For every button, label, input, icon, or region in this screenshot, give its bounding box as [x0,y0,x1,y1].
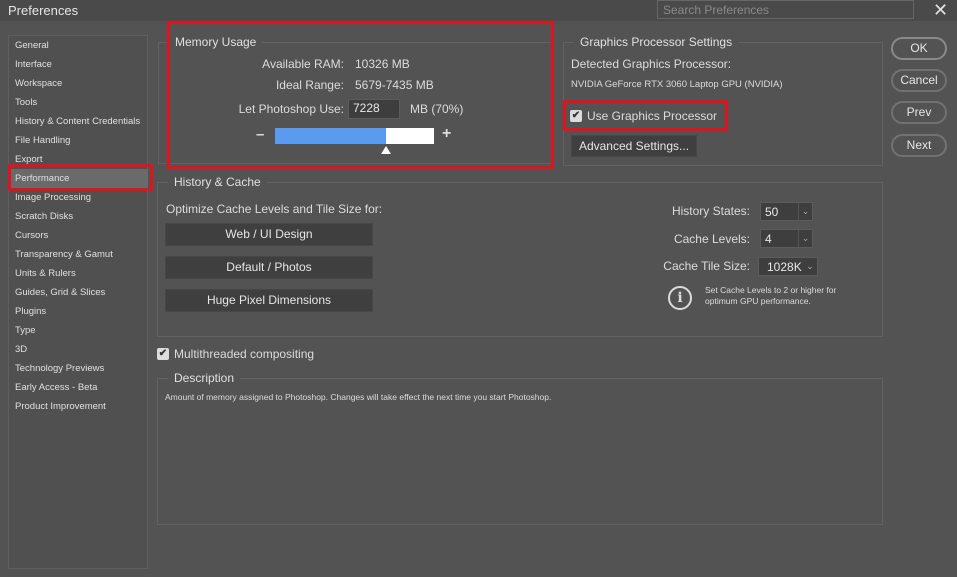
info-line-1: Set Cache Levels to 2 or higher for [705,285,837,295]
sidebar-item-plugins[interactable]: Plugins [10,302,148,321]
search-preferences-input[interactable]: Search Preferences [657,0,914,19]
cache-tile-size-value: 1028K [767,260,802,274]
detected-gpu-value: NVIDIA GeForce RTX 3060 Laptop GPU (NVID… [571,79,783,90]
history-states-label: History States: [671,204,750,218]
info-text: Set Cache Levels to 2 or higher for optim… [705,285,836,307]
chevron-down-icon: ⌄ [806,261,814,271]
sidebar-item-file-handling[interactable]: File Handling [10,131,148,150]
detected-gpu-label: Detected Graphics Processor: [571,57,732,71]
prev-button[interactable]: Prev [891,101,947,124]
description-title: Description [168,371,241,385]
default-photos-button[interactable]: Default / Photos [165,256,373,279]
cancel-button[interactable]: Cancel [891,69,947,92]
gpu-settings-title: Graphics Processor Settings [574,35,739,49]
history-cache-title: History & Cache [168,175,267,189]
chevron-down-icon: ⌄ [798,230,812,247]
sidebar-item-guides-grid-slices[interactable]: Guides, Grid & Slices [10,283,148,302]
sidebar-item-general[interactable]: General [10,36,148,55]
chevron-down-icon: ⌄ [798,203,812,220]
highlight-use-gpu [563,100,728,131]
huge-pixel-dimensions-button[interactable]: Huge Pixel Dimensions [165,289,373,312]
cache-tile-size-select[interactable]: 1028K ⌄ [758,257,818,276]
cache-levels-label: Cache Levels: [673,232,750,246]
window-title: Preferences [8,3,79,18]
description-text: Amount of memory assigned to Photoshop. … [165,392,552,402]
next-button[interactable]: Next [891,134,947,157]
sidebar: General Interface Workspace Tools History & … [8,35,148,569]
multithreaded-checkbox[interactable]: ✔ [157,348,169,360]
advanced-settings-button[interactable]: Advanced Settings... [571,135,697,157]
cache-levels-select[interactable]: 4 ⌄ [760,229,813,248]
sidebar-item-scratch-disks[interactable]: Scratch Disks [10,207,148,226]
web-ui-design-button[interactable]: Web / UI Design [165,223,373,246]
sidebar-item-units-rulers[interactable]: Units & Rulers [10,264,148,283]
sidebar-item-interface[interactable]: Interface [10,55,148,74]
sidebar-item-tools[interactable]: Tools [10,93,148,112]
sidebar-item-technology-previews[interactable]: Technology Previews [10,359,148,378]
sidebar-item-cursors[interactable]: Cursors [10,226,148,245]
sidebar-item-workspace[interactable]: Workspace [10,74,148,93]
history-states-value: 50 [765,205,779,219]
cache-levels-value: 4 [765,232,772,246]
multithreaded-label[interactable]: Multithreaded compositing [174,347,314,361]
sidebar-item-product-improvement[interactable]: Product Improvement [10,397,148,416]
highlight-performance [8,164,153,191]
highlight-memory-usage [167,21,554,169]
sidebar-item-3d[interactable]: 3D [10,340,148,359]
optimize-label: Optimize Cache Levels and Tile Size for: [166,202,383,216]
cache-tile-size-label: Cache Tile Size: [663,259,750,273]
sidebar-item-transparency-gamut[interactable]: Transparency & Gamut [10,245,148,264]
info-icon: i [668,286,692,310]
history-states-select[interactable]: 50 ⌄ [760,202,813,221]
sidebar-item-early-access-beta[interactable]: Early Access - Beta [10,378,148,397]
sidebar-item-type[interactable]: Type [10,321,148,340]
ok-button[interactable]: OK [891,37,947,60]
info-line-2: optimum GPU performance. [705,296,811,306]
close-icon[interactable]: ✕ [933,0,948,20]
sidebar-item-history-content-credentials[interactable]: History & Content Credentials [10,112,148,131]
